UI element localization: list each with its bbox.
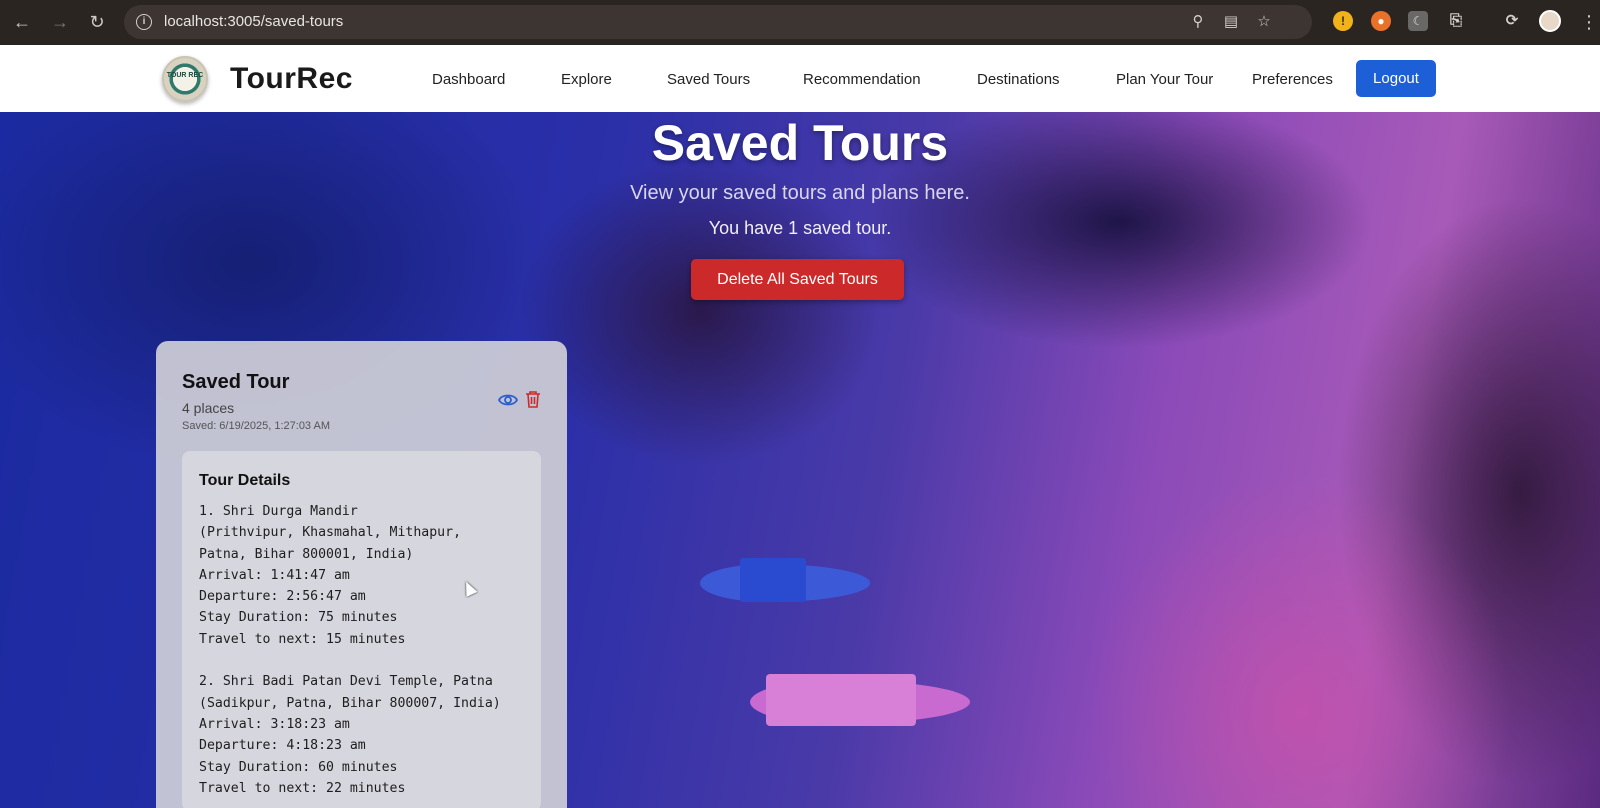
details-line: Arrival: 1:41:47 am (199, 567, 350, 583)
hero-section: Saved Tours View your saved tours and pl… (0, 112, 1600, 808)
brand-name[interactable]: TourRec (230, 62, 353, 96)
details-line (199, 650, 539, 671)
details-line: Departure: 4:18:23 am (199, 738, 366, 754)
bookmark-star-icon[interactable]: ☆ (1255, 13, 1273, 31)
nav-recommendation[interactable]: Recommendation (803, 71, 921, 88)
details-line: Arrival: 3:18:23 am (199, 716, 350, 732)
reload-icon[interactable]: ↻ (86, 11, 108, 33)
browser-menu-icon[interactable]: ⋮ (1580, 11, 1598, 33)
details-line: (Prithvipur, Khasmahal, Mithapur, (199, 525, 462, 541)
sync-icon[interactable]: ⟳ (1502, 11, 1522, 31)
background-boat (700, 558, 870, 602)
tour-details-panel: Tour Details 1. Shri Durga Mandir (Prithv… (182, 451, 541, 808)
nav-saved-tours[interactable]: Saved Tours (667, 71, 750, 88)
details-line: Travel to next: 22 minutes (199, 780, 406, 796)
site-header: TOUR REC TourRec Dashboard Explore Saved… (0, 45, 1600, 112)
logout-button[interactable]: Logout (1356, 60, 1436, 97)
install-app-icon[interactable]: ▤ (1222, 13, 1240, 31)
view-eye-icon[interactable] (498, 391, 518, 409)
background-boat (750, 674, 970, 726)
card-title: Saved Tour (182, 371, 290, 393)
extension-honey-icon[interactable]: ! (1333, 11, 1353, 31)
nav-destinations[interactable]: Destinations (977, 71, 1060, 88)
browser-chrome: ← → ↻ i localhost:3005/saved-tours ⚲ ▤ ☆… (0, 0, 1600, 45)
details-line: Travel to next: 15 minutes (199, 631, 406, 647)
url-text: localhost:3005/saved-tours (164, 13, 344, 30)
brand-logo[interactable]: TOUR REC (162, 56, 208, 102)
extensions-puzzle-icon[interactable]: ⎘ (1446, 11, 1466, 31)
back-icon[interactable]: ← (11, 11, 33, 33)
details-line: Departure: 2:56:47 am (199, 589, 366, 605)
logo-text: TOUR REC (166, 72, 204, 79)
saved-count: You have 1 saved tour. (708, 218, 892, 238)
profile-avatar[interactable] (1539, 10, 1561, 32)
nav-preferences[interactable]: Preferences (1252, 71, 1333, 88)
page-subtitle: View your saved tours and plans here. (630, 182, 970, 204)
address-bar[interactable]: i localhost:3005/saved-tours ⚲ ▤ ☆ (124, 5, 1312, 39)
nav-plan-your-tour[interactable]: Plan Your Tour (1116, 71, 1213, 88)
location-icon[interactable]: ⚲ (1189, 13, 1207, 31)
details-line: 2. Shri Badi Patan Devi Temple, Patna (199, 674, 493, 690)
extension-moon-icon[interactable]: ☾ (1408, 11, 1428, 31)
page-title: Saved Tours (651, 115, 949, 171)
details-line: Stay Duration: 75 minutes (199, 610, 398, 626)
extension-fox-icon[interactable]: ● (1371, 11, 1391, 31)
nav-explore[interactable]: Explore (561, 71, 612, 88)
details-line: (Sadikpur, Patna, Bihar 800007, India) (199, 695, 501, 711)
details-title: Tour Details (199, 472, 291, 489)
details-line: Patna, Bihar 800001, India) (199, 546, 414, 562)
place-count: 4 places (182, 400, 235, 416)
forward-icon[interactable]: → (49, 11, 71, 33)
site-info-icon[interactable]: i (136, 14, 152, 30)
delete-all-button[interactable]: Delete All Saved Tours (691, 259, 904, 300)
details-line: Stay Duration: 60 minutes (199, 759, 398, 775)
delete-trash-icon[interactable] (525, 390, 541, 408)
saved-timestamp: Saved: 6/19/2025, 1:27:03 AM (182, 420, 331, 432)
saved-tour-card: Saved Tour 4 places Saved: 6/19/2025, 1:… (156, 341, 567, 808)
details-line: 1. Shri Durga Mandir (199, 504, 358, 519)
details-list: 1. Shri Durga Mandir (Prithvipur, Khasmah… (199, 501, 539, 799)
nav-dashboard[interactable]: Dashboard (432, 71, 505, 88)
